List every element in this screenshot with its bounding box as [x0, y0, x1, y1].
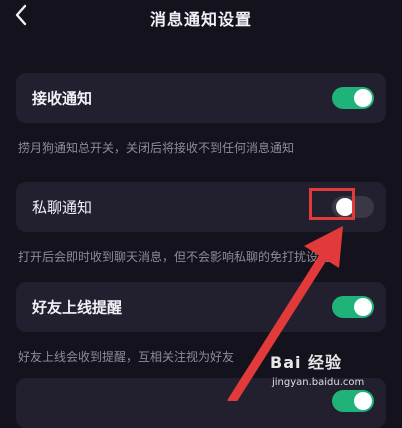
setting-description: 捞月狗通知总开关，关闭后将接收不到任何消息通知 — [18, 141, 295, 155]
toggle-knob — [354, 298, 372, 316]
friend-online-toggle[interactable] — [332, 296, 374, 318]
setting-label: 好友上线提醒 — [32, 298, 123, 317]
setting-row-friend-online-reminder: 好友上线提醒 — [16, 282, 386, 332]
setting-description: 打开后会即时收到聊天消息，但不会影响私聊的免打扰设置 — [18, 250, 331, 264]
page-title: 消息通知设置 — [149, 10, 252, 29]
setting-row-receive-notifications: 接收通知 — [16, 73, 386, 123]
setting-label: 接收通知 — [32, 89, 93, 108]
toggle-knob — [354, 89, 372, 107]
baidu-watermark: Bai 经验 jingyan.baidu.com — [266, 349, 396, 395]
receive-notifications-toggle[interactable] — [332, 87, 374, 109]
setting-description: 好友上线会收到提醒，互相关注视为好友 — [18, 350, 235, 364]
watermark-url: jingyan.baidu.com — [272, 377, 365, 388]
setting-label: 私聊通知 — [32, 198, 93, 217]
nav-header: 消息通知设置 — [0, 0, 402, 36]
watermark-logo: Bai 经验 — [270, 353, 343, 372]
annotation-highlight-box — [309, 188, 355, 220]
